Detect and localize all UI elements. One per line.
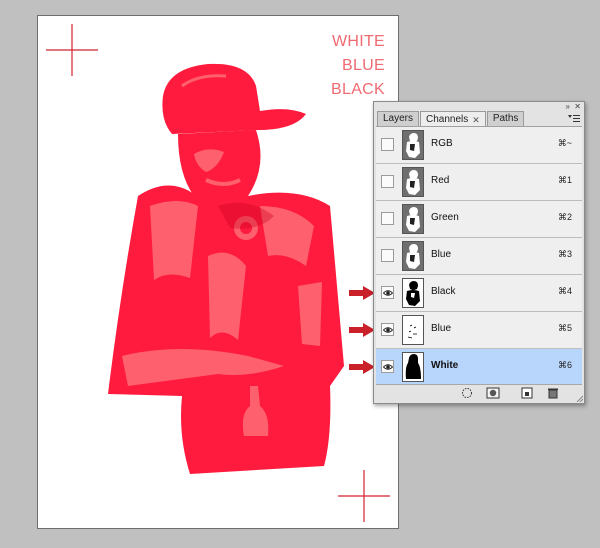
registration-mark-top-left xyxy=(46,24,98,76)
channel-row-blue[interactable]: Blue ⌘3 xyxy=(376,238,582,275)
arrow-blue-channel xyxy=(349,323,375,337)
channel-shortcut: ⌘6 xyxy=(557,360,572,370)
visibility-toggle[interactable] xyxy=(381,286,394,299)
stencil-portrait-artwork xyxy=(108,63,344,474)
panel-bottom-toolbar xyxy=(376,384,582,401)
registration-mark-bottom-right xyxy=(338,470,390,522)
tab-layers[interactable]: Layers xyxy=(377,111,420,126)
channel-name: Green xyxy=(431,212,459,223)
channel-name: Black xyxy=(431,286,456,297)
tab-channels-label: Channels xyxy=(426,113,469,125)
collapse-panel-button[interactable]: » xyxy=(566,103,570,111)
channel-thumbnail xyxy=(402,167,424,197)
visibility-toggle[interactable] xyxy=(381,212,394,225)
new-channel-icon[interactable] xyxy=(520,387,534,399)
visibility-toggle[interactable] xyxy=(381,138,394,151)
channel-shortcut: ⌘3 xyxy=(557,249,572,259)
channel-shortcut: ⌘1 xyxy=(557,175,572,185)
channel-name: White xyxy=(431,360,459,371)
save-selection-icon[interactable] xyxy=(486,387,500,399)
tab-paths[interactable]: Paths xyxy=(486,111,525,126)
panel-menu-icon[interactable] xyxy=(568,114,580,123)
channel-thumbnail xyxy=(402,204,424,234)
load-selection-icon[interactable] xyxy=(460,387,474,399)
channel-name: Blue xyxy=(431,323,452,334)
channel-thumbnail xyxy=(402,352,424,382)
channel-name: RGB xyxy=(431,138,453,149)
channel-shortcut: ⌘2 xyxy=(557,212,572,222)
channel-row-red[interactable]: Red ⌘1 xyxy=(376,164,582,201)
channel-row-white[interactable]: White ⌘6 xyxy=(376,349,582,386)
arrow-black-channel xyxy=(349,286,375,300)
channel-shortcut: ⌘5 xyxy=(557,323,572,333)
tab-paths-label: Paths xyxy=(492,113,519,124)
visibility-toggle[interactable] xyxy=(381,249,394,262)
visibility-toggle[interactable] xyxy=(381,175,394,188)
channel-row-black[interactable]: Black ⌘4 xyxy=(376,275,582,312)
channel-shortcut: ⌘~ xyxy=(557,138,572,148)
channel-row-green[interactable]: Green ⌘2 xyxy=(376,201,582,238)
channel-row-rgb[interactable]: RGB ⌘~ xyxy=(376,127,582,164)
resize-grip-icon[interactable] xyxy=(575,394,583,402)
tab-channels[interactable]: Channels ✕ xyxy=(420,111,486,127)
eye-icon xyxy=(383,327,393,333)
channel-thumbnail xyxy=(402,315,424,345)
trash-icon[interactable] xyxy=(546,387,560,399)
arrow-white-channel xyxy=(349,360,375,374)
channels-panel[interactable]: » ✕ Layers Channels ✕ Paths RGB ⌘~ Red ⌘1 Gre… xyxy=(373,101,585,404)
panel-tabs: Layers Channels ✕ Paths xyxy=(377,111,525,127)
channel-thumbnail xyxy=(402,241,424,271)
close-panel-button[interactable]: ✕ xyxy=(574,103,581,111)
channel-name: Blue xyxy=(431,249,452,260)
document-canvas[interactable]: WHITE BLUE BLACK xyxy=(37,15,399,529)
visibility-toggle[interactable] xyxy=(381,360,394,373)
channel-shortcut: ⌘4 xyxy=(557,286,572,296)
channel-name: Red xyxy=(431,175,450,186)
visibility-toggle[interactable] xyxy=(381,323,394,336)
channel-thumbnail xyxy=(402,130,424,160)
channel-thumbnail xyxy=(402,278,424,308)
channel-list: RGB ⌘~ Red ⌘1 Green ⌘2 Blue ⌘3 Black ⌘4 Blue ⌘5 Whit… xyxy=(376,126,582,386)
eye-icon xyxy=(383,290,393,296)
tab-layers-label: Layers xyxy=(383,113,414,124)
close-tab-icon[interactable]: ✕ xyxy=(472,113,480,127)
channel-row-blue[interactable]: Blue ⌘5 xyxy=(376,312,582,349)
plate-label-white: WHITE xyxy=(331,33,385,50)
eye-icon xyxy=(383,364,393,370)
panel-title-bar[interactable]: » ✕ xyxy=(374,102,584,111)
